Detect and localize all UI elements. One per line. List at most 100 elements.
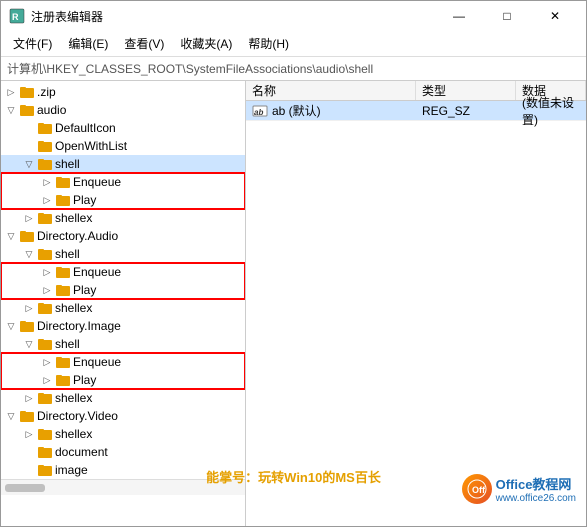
office-logo-icon: Off [462, 474, 492, 504]
folder-icon-zip [19, 85, 35, 99]
folder-icon-shellex-audio [37, 211, 53, 225]
menu-edit[interactable]: 编辑(E) [60, 33, 116, 54]
logo-badge: Off Office教程网 www.office26.com [462, 474, 576, 504]
expander-dir-video: ▽ [3, 407, 19, 425]
folder-icon-shell-audio [37, 157, 53, 171]
folder-icon-play-audio [55, 193, 71, 207]
tree-item-play-audio[interactable]: ▷ Play [1, 191, 245, 209]
tree-label-image: image [55, 463, 88, 477]
cell-name-default: ab ab (默认) [246, 101, 416, 120]
expander-play-dir-image: ▷ [39, 371, 55, 389]
tree-label-play-dir-audio: Play [73, 283, 96, 297]
tree-item-document[interactable]: document [1, 443, 245, 461]
expander-play-audio: ▷ [39, 191, 55, 209]
tree-item-shell-dir-audio[interactable]: ▽ shell [1, 245, 245, 263]
tree-item-shellex-audio[interactable]: ▷ shellex [1, 209, 245, 227]
tree-hscrollbar[interactable] [1, 479, 245, 495]
expander-play-dir-audio: ▷ [39, 281, 55, 299]
minimize-button[interactable]: — [436, 1, 482, 31]
tree-label-audio: audio [37, 103, 66, 117]
expander-openwithlist [21, 137, 37, 155]
svg-text:ab: ab [254, 108, 263, 117]
svg-text:R: R [12, 12, 19, 22]
tree-item-shellex-dir-video[interactable]: ▷ shellex [1, 425, 245, 443]
folder-icon-audio [19, 103, 35, 117]
menu-bar: 文件(F) 编辑(E) 查看(V) 收藏夹(A) 帮助(H) [1, 31, 586, 57]
expander-enqueue-dir-image: ▷ [39, 353, 55, 371]
expander-shellex-dir-video: ▷ [21, 425, 37, 443]
menu-help[interactable]: 帮助(H) [240, 33, 297, 54]
expander-enqueue-audio: ▷ [39, 173, 55, 191]
expander-document [21, 443, 37, 461]
tree-item-openwithlist[interactable]: OpenWithList [1, 137, 245, 155]
tree-label-enqueue-dir-image: Enqueue [73, 355, 121, 369]
folder-icon-dir-image [19, 319, 35, 333]
tree-item-enqueue-dir-image[interactable]: ▷ Enqueue [1, 353, 245, 371]
col-header-name[interactable]: 名称 [246, 81, 416, 100]
folder-icon-enqueue-audio [55, 175, 71, 189]
tree-item-dir-image[interactable]: ▽ Directory.Image [1, 317, 245, 335]
tree-item-audio[interactable]: ▽ audio [1, 101, 245, 119]
expander-zip: ▷ [3, 83, 19, 101]
expander-shellex-dir-image: ▷ [21, 389, 37, 407]
logo-text-block: Office教程网 www.office26.com [496, 474, 576, 504]
tree-label-shellex-dir-audio: shellex [55, 301, 92, 315]
tree-item-dir-audio[interactable]: ▽ Directory.Audio [1, 227, 245, 245]
registry-tree: ▷ .zip ▽ audio DefaultIcon [1, 81, 246, 526]
menu-view[interactable]: 查看(V) [116, 33, 172, 54]
detail-row-default[interactable]: ab ab (默认) REG_SZ (数值未设置) [246, 101, 586, 121]
detail-pane: 名称 类型 数据 ab ab (默认) REG_SZ (数值未设置) [246, 81, 586, 526]
tree-item-zip[interactable]: ▷ .zip [1, 83, 245, 101]
cell-data-default: (数值未设置) [516, 101, 586, 120]
expander-shell-dir-image: ▽ [21, 335, 37, 353]
app-icon: R [9, 8, 25, 24]
tree-item-dir-video[interactable]: ▽ Directory.Video [1, 407, 245, 425]
tree-item-enqueue-audio[interactable]: ▷ Enqueue [1, 173, 245, 191]
tree-label-shell-dir-audio: shell [55, 247, 80, 261]
expander-image [21, 461, 37, 479]
col-header-type[interactable]: 类型 [416, 81, 516, 100]
tree-label-enqueue-dir-audio: Enqueue [73, 265, 121, 279]
content-area: ▷ .zip ▽ audio DefaultIcon [1, 81, 586, 526]
folder-icon-dir-audio [19, 229, 35, 243]
menu-favorites[interactable]: 收藏夹(A) [172, 33, 240, 54]
maximize-button[interactable]: □ [484, 1, 530, 31]
folder-icon-defaulticon [37, 121, 53, 135]
address-path: 计算机\HKEY_CLASSES_ROOT\SystemFileAssociat… [7, 60, 373, 77]
address-bar: 计算机\HKEY_CLASSES_ROOT\SystemFileAssociat… [1, 57, 586, 81]
svg-text:Off: Off [472, 485, 486, 495]
cell-type-default: REG_SZ [416, 101, 516, 120]
tree-item-enqueue-dir-audio[interactable]: ▷ Enqueue [1, 263, 245, 281]
folder-icon-shellex-dir-video [37, 427, 53, 441]
expander-shell-dir-audio: ▽ [21, 245, 37, 263]
logo-site-name: Office教程网 [496, 474, 576, 493]
tree-item-shell-audio[interactable]: ▽ shell [1, 155, 245, 173]
tree-item-shellex-dir-image[interactable]: ▷ shellex [1, 389, 245, 407]
tree-item-shellex-dir-audio[interactable]: ▷ shellex [1, 299, 245, 317]
title-controls: — □ ✕ [436, 1, 578, 31]
tree-label-shellex-audio: shellex [55, 211, 92, 225]
tree-item-play-dir-image[interactable]: ▷ Play [1, 371, 245, 389]
close-button[interactable]: ✕ [532, 1, 578, 31]
expander-shellex-audio: ▷ [21, 209, 37, 227]
highlight-group-dir-audio-shell: ▷ Enqueue ▷ Play [1, 263, 245, 299]
logo-url: www.office26.com [496, 493, 576, 504]
tree-label-shellex-dir-video: shellex [55, 427, 92, 441]
folder-icon-document [37, 445, 53, 459]
tree-item-defaulticon[interactable]: DefaultIcon [1, 119, 245, 137]
folder-icon-play-dir-image [55, 373, 71, 387]
folder-icon-enqueue-dir-image [55, 355, 71, 369]
tree-item-image[interactable]: image [1, 461, 245, 479]
tree-label-openwithlist: OpenWithList [55, 139, 127, 153]
tree-label-shellex-dir-image: shellex [55, 391, 92, 405]
tree-label-dir-image: Directory.Image [37, 319, 121, 333]
expander-shell-audio: ▽ [21, 155, 37, 173]
highlight-group-dir-image-shell: ▷ Enqueue ▷ Play [1, 353, 245, 389]
title-bar: R 注册表编辑器 — □ ✕ [1, 1, 586, 31]
tree-item-shell-dir-image[interactable]: ▽ shell [1, 335, 245, 353]
folder-icon-shellex-dir-image [37, 391, 53, 405]
expander-dir-image: ▽ [3, 317, 19, 335]
expander-audio: ▽ [3, 101, 19, 119]
menu-file[interactable]: 文件(F) [5, 33, 60, 54]
tree-item-play-dir-audio[interactable]: ▷ Play [1, 281, 245, 299]
